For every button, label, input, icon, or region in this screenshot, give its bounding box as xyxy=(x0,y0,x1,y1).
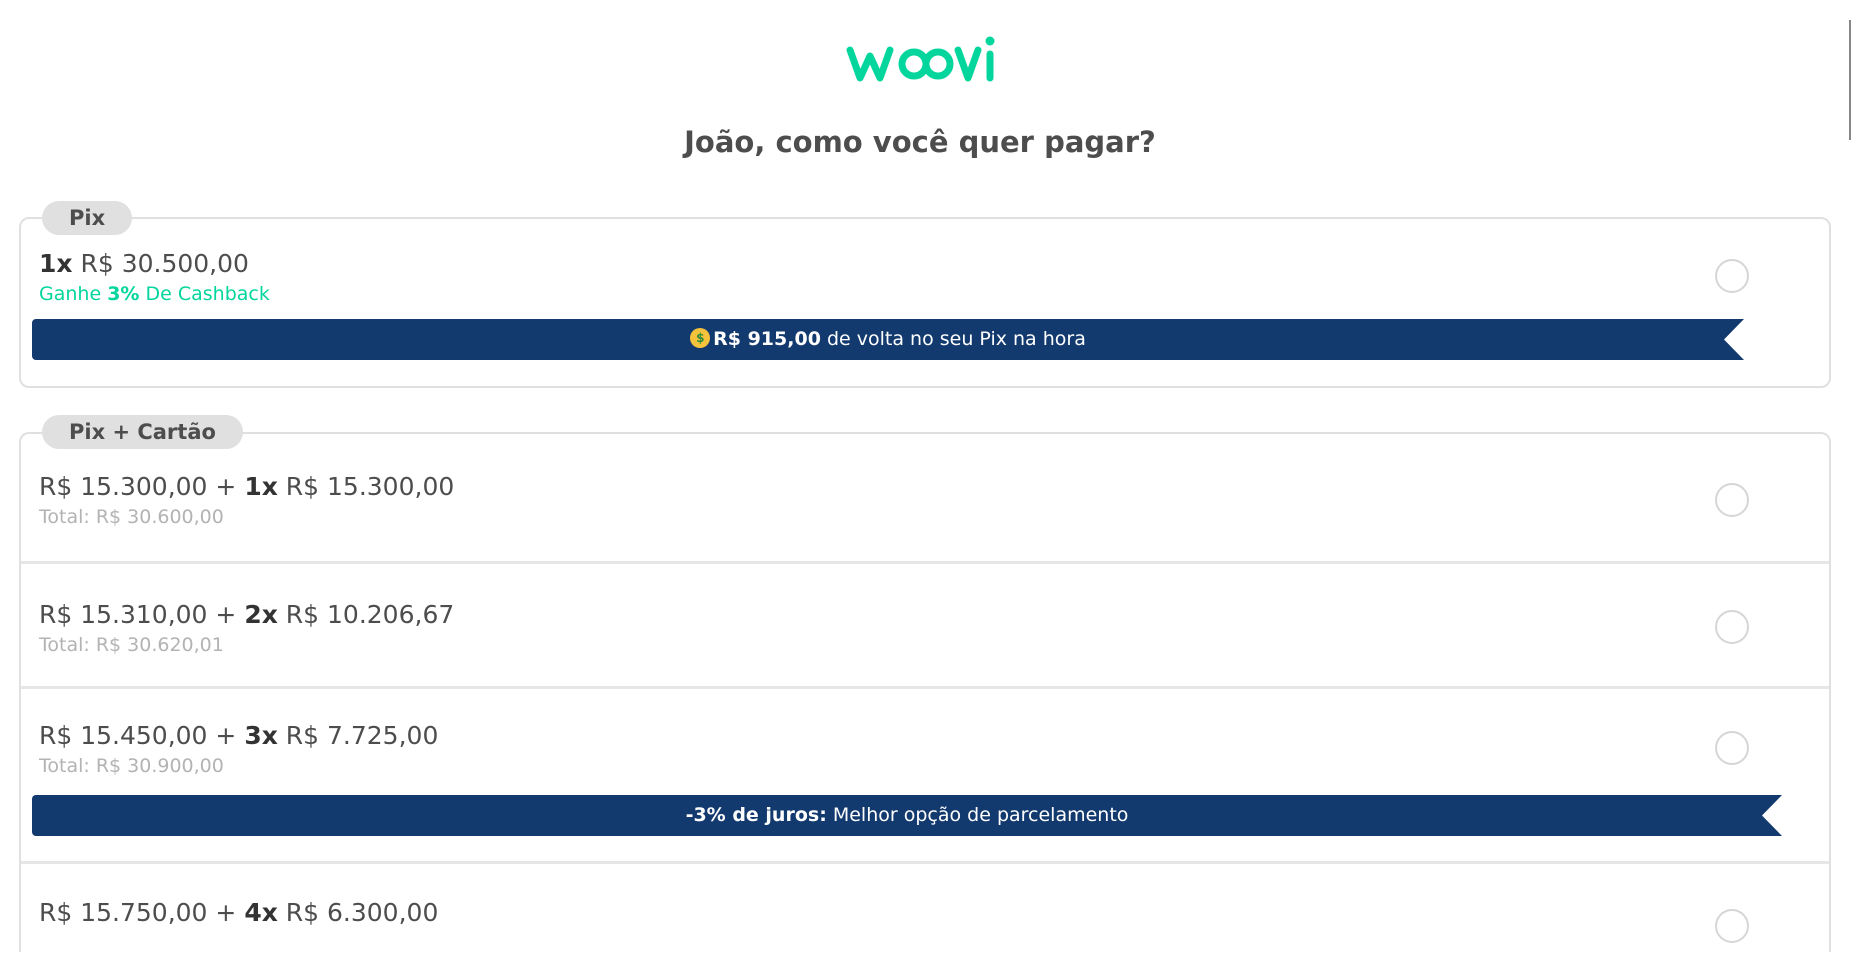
option-amount-line: R$ 15.450,00 + 3x R$ 7.725,00 xyxy=(39,721,438,750)
cashback-line: Ganhe 3% De Cashback xyxy=(39,283,270,305)
pix-card: 1x R$ 30.500,00 Ganhe 3% De Cashback R$ … xyxy=(19,217,1831,388)
cashback-percent: 3% xyxy=(107,283,140,305)
pix-amount: R$ 15.310,00 xyxy=(39,600,208,629)
cashback-suffix: De Cashback xyxy=(145,283,270,305)
pix-amount: R$ 15.450,00 xyxy=(39,721,208,750)
section-tag-pix: Pix xyxy=(42,201,133,235)
installment-amount: R$ 7.725,00 xyxy=(285,721,439,750)
radio-pix-1x[interactable] xyxy=(1715,259,1749,293)
radio-pix-cartao-4x[interactable] xyxy=(1715,909,1749,943)
installment-amount: R$ 15.300,00 xyxy=(285,472,455,501)
scrollbar[interactable] xyxy=(1846,0,1858,936)
banner-text: Melhor opção de parcelamento xyxy=(826,804,1129,826)
money-face-icon xyxy=(690,328,710,348)
plus-sign: + xyxy=(207,472,245,501)
installment-amount: R$ 10.206,67 xyxy=(285,600,455,629)
pix-cartao-card: R$ 15.300,00 + 1x R$ 15.300,00 Total: R$… xyxy=(19,432,1831,952)
total-line: Total: R$ 30.620,01 xyxy=(39,634,224,656)
cashback-banner: R$ 915,00 de volta no seu Pix na hora xyxy=(32,319,1744,360)
pix-cartao-option-4x[interactable]: R$ 15.750,00 + 4x R$ 6.300,00 xyxy=(21,861,1829,961)
radio-pix-cartao-3x[interactable] xyxy=(1715,731,1749,765)
option-amount-line: R$ 15.310,00 + 2x R$ 10.206,67 xyxy=(39,600,454,629)
woovi-logo xyxy=(0,32,1840,92)
pix-cartao-option-3x[interactable]: R$ 15.450,00 + 3x R$ 7.725,00 Total: R$ … xyxy=(21,686,1829,861)
plus-sign: + xyxy=(207,600,245,629)
pix-option-1x[interactable]: 1x R$ 30.500,00 Ganhe 3% De Cashback R$ … xyxy=(21,219,1829,386)
banner-bold: -3% de juros: xyxy=(685,804,827,826)
plus-sign: + xyxy=(207,721,245,750)
cashback-prefix: Ganhe xyxy=(39,283,102,305)
banner-text: de volta no seu Pix na hora xyxy=(820,328,1086,350)
banner-amount: R$ 915,00 xyxy=(713,328,821,350)
pix-amount: R$ 15.300,00 xyxy=(39,472,208,501)
installment-amount: R$ 6.300,00 xyxy=(285,898,439,927)
pix-cartao-option-2x[interactable]: R$ 15.310,00 + 2x R$ 10.206,67 Total: R$… xyxy=(21,561,1829,686)
amount: R$ 30.500,00 xyxy=(80,249,249,278)
option-amount-line: R$ 15.750,00 + 4x R$ 6.300,00 xyxy=(39,898,438,927)
section-tag-pix-cartao: Pix + Cartão xyxy=(42,415,243,449)
scrollbar-thumb[interactable] xyxy=(1849,20,1851,140)
total-line: Total: R$ 30.900,00 xyxy=(39,755,224,777)
pix-amount: R$ 15.750,00 xyxy=(39,898,208,927)
option-amount-line: R$ 15.300,00 + 1x R$ 15.300,00 xyxy=(39,472,454,501)
installment-count: 2x xyxy=(244,600,278,629)
pix-cartao-option-1x[interactable]: R$ 15.300,00 + 1x R$ 15.300,00 Total: R$… xyxy=(21,434,1829,564)
installment-count: 3x xyxy=(244,721,278,750)
installment-count: 4x xyxy=(244,898,278,927)
radio-pix-cartao-2x[interactable] xyxy=(1715,610,1749,644)
best-option-banner: -3% de juros: Melhor opção de parcelamen… xyxy=(32,795,1782,836)
plus-sign: + xyxy=(207,898,245,927)
total-line: Total: R$ 30.600,00 xyxy=(39,506,224,528)
installment-count: 1x xyxy=(244,472,278,501)
installment-count: 1x xyxy=(39,249,73,278)
page-title: João, como você quer pagar? xyxy=(684,125,1156,159)
radio-pix-cartao-1x[interactable] xyxy=(1715,483,1749,517)
option-amount-line: 1x R$ 30.500,00 xyxy=(39,249,249,278)
